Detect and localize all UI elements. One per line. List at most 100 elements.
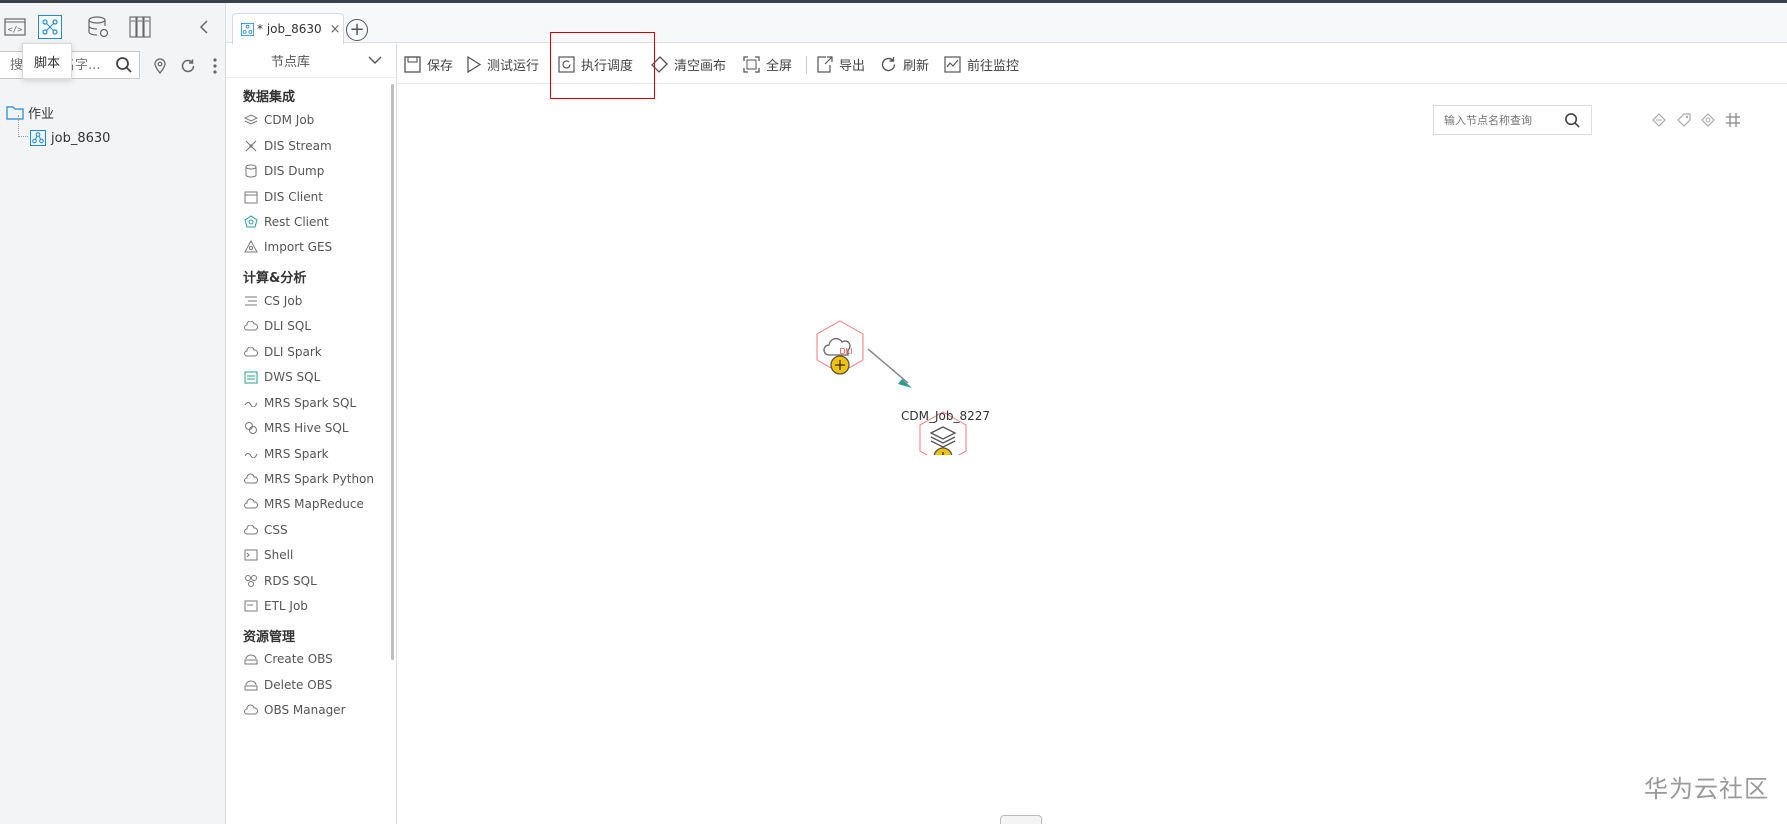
etl-icon	[243, 599, 259, 613]
node-dis-stream[interactable]: DIS Stream	[243, 137, 332, 155]
refresh-tree-icon[interactable]	[179, 57, 197, 75]
script-tab-icon[interactable]: </>	[3, 15, 27, 39]
node-dli-spark[interactable]: DLI Spark	[243, 343, 322, 361]
editor-toolbar: 保存 测试运行 执行调度 清空画布 全屏 导出 刷新 前往监控	[398, 44, 1787, 84]
script-tooltip: 脚本	[22, 43, 72, 79]
left-panel: </> 脚本 作业	[0, 3, 226, 824]
fullscreen-button[interactable]: 全屏	[743, 52, 792, 76]
warehouse-icon	[243, 370, 259, 384]
node-cs-job[interactable]: CS Job	[243, 292, 302, 310]
node-rest-client[interactable]: Rest Client	[243, 213, 329, 231]
cloud-icon	[243, 345, 259, 359]
stream-icon	[243, 139, 259, 153]
terminal-icon	[243, 548, 259, 562]
node-library-header[interactable]: 节点库	[226, 44, 396, 78]
test-run-button[interactable]: 测试运行	[466, 52, 539, 76]
svg-text:</>: </>	[8, 25, 23, 34]
export-button[interactable]: 导出	[816, 52, 865, 76]
dump-icon	[243, 164, 259, 178]
job-tab-icon[interactable]	[38, 15, 62, 39]
cloud-icon	[243, 319, 259, 333]
job-icon	[30, 130, 46, 146]
node-dis-dump[interactable]: DIS Dump	[243, 162, 324, 180]
stack-icon	[243, 113, 259, 127]
collapse-panel-icon[interactable]	[192, 15, 216, 39]
graph-icon	[243, 240, 259, 254]
node-dis-client[interactable]: DIS Client	[243, 188, 323, 206]
node-import-ges[interactable]: Import GES	[243, 238, 332, 256]
export-icon	[816, 55, 833, 73]
search-icon[interactable]	[1564, 112, 1581, 132]
grid-icon[interactable]	[1724, 111, 1742, 129]
job-canvas[interactable]: DLI CDM_Job_8227 华为云社区	[398, 85, 1787, 824]
node-library: 节点库 数据集成 CDM Job DIS Stream DIS Dump DIS…	[226, 44, 397, 824]
node-obs-manager[interactable]: OBS Manager	[243, 701, 346, 719]
spark-icon	[243, 447, 259, 461]
save-icon	[404, 55, 421, 73]
tab-bar: * job_8630 × +	[226, 3, 1787, 44]
flow-icon	[243, 294, 259, 308]
python-icon	[243, 472, 259, 486]
node-dws-sql[interactable]: DWS SQL	[243, 368, 320, 386]
zoom-out-icon[interactable]	[1699, 111, 1717, 129]
hive-icon	[243, 421, 259, 435]
add-tab-button[interactable]: +	[346, 19, 368, 41]
client-icon	[243, 190, 259, 204]
node-mrs-mapreduce[interactable]: MRS MapReduce	[243, 495, 364, 513]
obs-icon	[243, 652, 259, 666]
tab-label: * job_8630	[257, 22, 322, 36]
node-delete-obs[interactable]: Delete OBS	[243, 676, 332, 694]
node-mrs-spark-python[interactable]: MRS Spark Python	[243, 470, 374, 488]
node-shell[interactable]: Shell	[243, 546, 293, 564]
more-options-icon[interactable]	[206, 57, 224, 75]
node-rds-sql[interactable]: RDS SQL	[243, 572, 317, 590]
tree-item-job[interactable]: job_8630	[18, 115, 226, 151]
chevron-down-icon[interactable]	[368, 56, 382, 65]
node-dli-sql[interactable]: DLI SQL	[243, 317, 311, 335]
node-search-input[interactable]	[1434, 106, 1559, 134]
edge-line	[867, 348, 909, 384]
go-monitor-button[interactable]: 前往监控	[944, 52, 1019, 76]
rds-icon	[243, 574, 259, 588]
node-cdm-label: CDM_Job_8227	[901, 409, 991, 423]
bottom-panel-handle[interactable]	[1000, 815, 1042, 824]
monitor-icon	[944, 55, 961, 73]
locate-icon[interactable]	[151, 57, 169, 75]
node-library-scrollbar[interactable]	[391, 84, 394, 660]
play-icon	[466, 55, 481, 73]
save-button[interactable]: 保存	[404, 52, 453, 76]
node-mrs-spark-sql[interactable]: MRS Spark SQL	[243, 394, 356, 412]
mapreduce-icon	[243, 497, 259, 511]
node-etl-job[interactable]: ETL Job	[243, 597, 308, 615]
tab-job-8630[interactable]: * job_8630 ×	[232, 13, 344, 44]
obs-icon	[243, 678, 259, 692]
eraser-icon	[651, 55, 668, 73]
category-compute-analysis: 计算&分析	[243, 271, 307, 286]
search-icon[interactable]	[115, 56, 133, 77]
node-search-box[interactable]	[1433, 105, 1592, 135]
tag-icon[interactable]	[1675, 111, 1693, 129]
tree-folder-jobs[interactable]: 作业	[6, 99, 226, 125]
job-tab-icon	[241, 22, 254, 36]
refresh-button[interactable]: 刷新	[880, 52, 929, 76]
zoom-in-icon[interactable]	[1650, 111, 1668, 129]
clear-canvas-button[interactable]: 清空画布	[651, 52, 726, 76]
node-mrs-hive-sql[interactable]: MRS Hive SQL	[243, 419, 349, 437]
tree-job-label: job_8630	[51, 130, 111, 146]
close-tab-icon[interactable]: ×	[330, 22, 341, 37]
resource-tab-icon[interactable]	[128, 15, 152, 39]
execute-schedule-button[interactable]: 执行调度	[558, 52, 633, 76]
category-resource-management: 资源管理	[243, 630, 296, 645]
node-dli-badge: DLI	[840, 347, 853, 356]
fullscreen-icon	[743, 55, 760, 73]
node-dli-add-button[interactable]	[830, 355, 850, 375]
node-mrs-spark[interactable]: MRS Spark	[243, 445, 329, 463]
obs-icon	[243, 703, 259, 717]
node-css[interactable]: CSS	[243, 521, 288, 539]
node-create-obs[interactable]: Create OBS	[243, 650, 333, 668]
spark-icon	[243, 396, 259, 410]
toolbar-separator	[806, 56, 807, 74]
database-tab-icon[interactable]	[86, 15, 110, 39]
node-cdm-job[interactable]: CDM Job	[243, 111, 314, 129]
schedule-icon	[558, 55, 575, 73]
